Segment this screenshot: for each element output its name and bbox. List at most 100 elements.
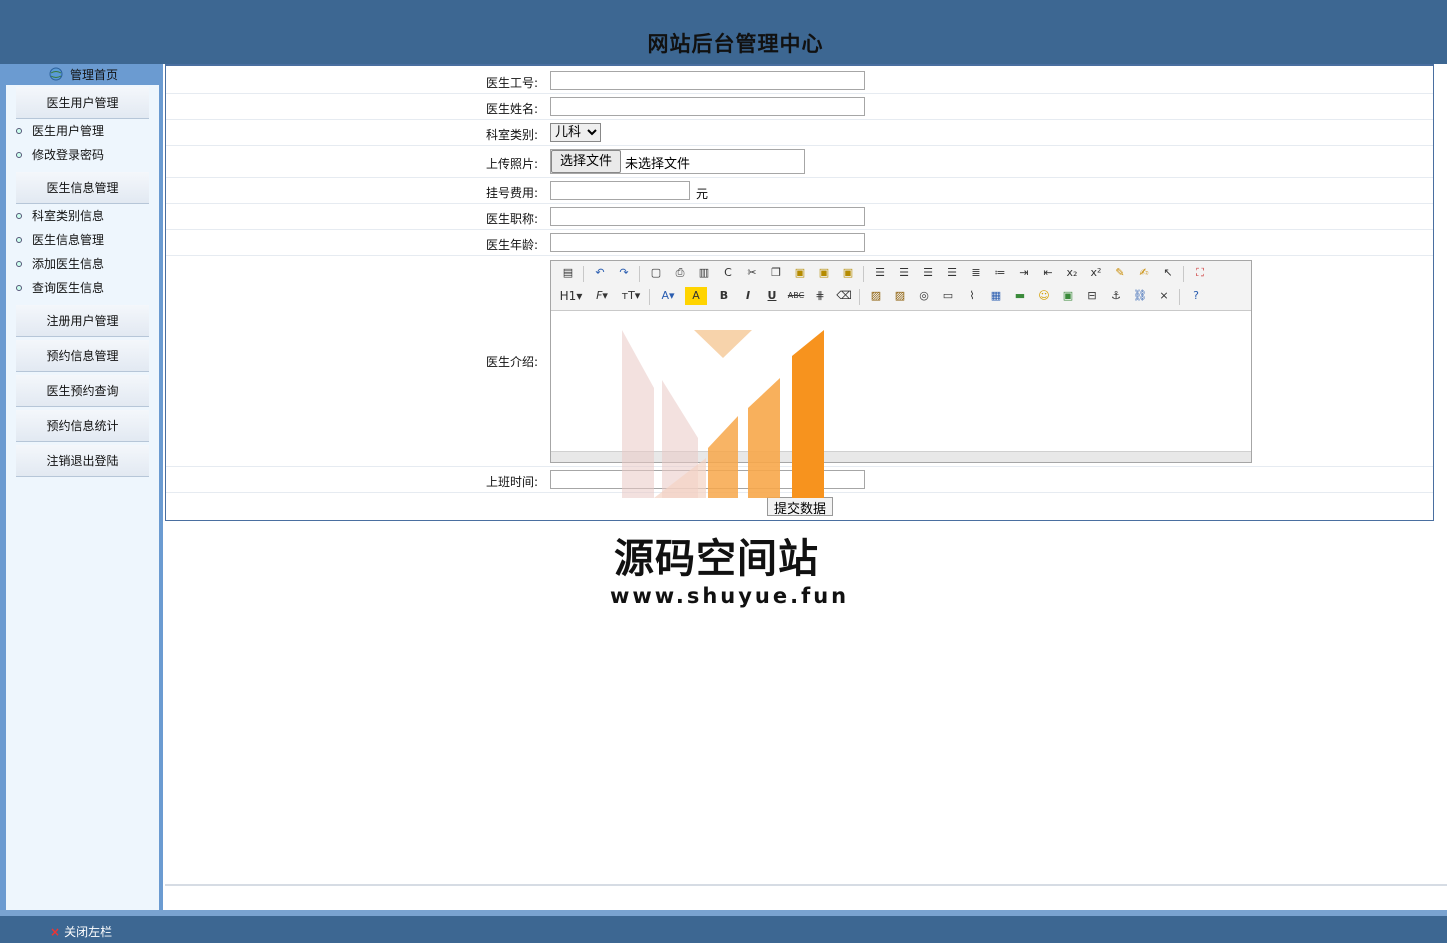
select-all-icon[interactable]: ✍ (1135, 264, 1153, 282)
heading-icon[interactable]: H1▾ (559, 287, 583, 305)
menu-item-query-doctor[interactable]: 查询医生信息 (16, 278, 104, 298)
watermark-url: www.shuyue.fun (610, 584, 850, 608)
code-icon[interactable]: C (719, 264, 737, 282)
superscript-icon[interactable]: x² (1087, 264, 1105, 282)
menu-item-change-password[interactable]: 修改登录密码 (16, 145, 104, 165)
menu-group-doctor-info[interactable]: 医生信息管理 (16, 172, 149, 204)
cursor-icon[interactable]: ↖ (1159, 264, 1177, 282)
menu-item-label: 医生信息管理 (32, 233, 105, 247)
source-icon[interactable]: ▤ (559, 264, 577, 282)
menu-item-label: 科室类别信息 (32, 209, 105, 223)
toolbar-separator (649, 289, 650, 305)
work-time-input[interactable] (550, 470, 865, 489)
menu-group-registered-users[interactable]: 注册用户管理 (16, 305, 149, 337)
fullscreen-icon[interactable]: ⛶ (1191, 264, 1209, 282)
bullet-icon (16, 261, 22, 267)
paste-word-icon[interactable]: ▣ (839, 264, 857, 282)
align-justify-icon[interactable]: ☰ (943, 264, 961, 282)
link-icon[interactable]: ⛓ (1131, 287, 1149, 305)
form-row-work-time: 上班时间: (166, 467, 1433, 493)
doctor-age-input[interactable] (550, 233, 865, 252)
editor-resize-bar[interactable] (551, 451, 1251, 462)
print-icon[interactable]: ⎙ (671, 264, 689, 282)
submit-button[interactable]: 提交数据 (767, 497, 834, 516)
menu-item-department-info[interactable]: 科室类别信息 (16, 206, 104, 226)
work-time-label: 上班时间: (485, 475, 538, 489)
toolbar-separator (1179, 289, 1180, 305)
menu-group-appointment-info[interactable]: 预约信息管理 (16, 340, 149, 372)
menu-item-add-doctor[interactable]: 添加医生信息 (16, 254, 104, 274)
doctor-title-input[interactable] (550, 207, 865, 226)
insert-image-icon[interactable]: ▨ (867, 287, 885, 305)
attachment-icon[interactable]: ⌇ (963, 287, 981, 305)
unlink-icon[interactable]: ⨯ (1155, 287, 1173, 305)
ordered-list-icon[interactable]: ≣ (967, 264, 985, 282)
align-left-icon[interactable]: ☰ (871, 264, 889, 282)
fee-label: 挂号费用: (485, 186, 538, 200)
insert-hr-icon[interactable]: ▬ (1011, 287, 1029, 305)
media-icon[interactable]: ▭ (939, 287, 957, 305)
align-center-icon[interactable]: ☰ (895, 264, 913, 282)
cut-icon[interactable]: ✂ (743, 264, 761, 282)
redo-icon[interactable]: ↷ (615, 264, 633, 282)
sidebar: 管理首页 医生用户管理 医生用户管理 修改登录密码 医生信息管理 科室类别信息 … (0, 64, 163, 910)
strikethrough-icon[interactable]: ABC (787, 287, 805, 305)
copy-icon[interactable]: ❐ (767, 264, 785, 282)
menu-item-doctor-info-manage[interactable]: 医生信息管理 (16, 230, 104, 250)
unordered-list-icon[interactable]: ≔ (991, 264, 1009, 282)
editor-toolbar: ▤ ↶ ↷ ▢ ⎙ ▥ C ✂ ❐ ▣ ▣ ▣ ☰ ☰ ☰ ☰ ≣ ≔ ⇥ ⇤ … (551, 261, 1251, 311)
flash-icon[interactable]: ◎ (915, 287, 933, 305)
font-family-icon[interactable]: F▾ (591, 287, 613, 305)
paste-icon[interactable]: ▣ (791, 264, 809, 282)
form-row-fee: 挂号费用: 元 (166, 178, 1433, 204)
menu-group-logout[interactable]: 注销退出登陆 (16, 445, 149, 477)
doctor-name-label: 医生姓名: (485, 102, 538, 116)
emoticon-icon[interactable]: ☺ (1035, 287, 1053, 305)
table-icon[interactable]: ▦ (987, 287, 1005, 305)
underline-icon[interactable]: U (763, 287, 781, 305)
preview-icon[interactable]: ▢ (647, 264, 665, 282)
template-icon[interactable]: ▥ (695, 264, 713, 282)
map-icon[interactable]: ▣ (1059, 287, 1077, 305)
highlight-color-icon[interactable]: A (685, 287, 707, 305)
sidebar-menu: 医生用户管理 医生用户管理 修改登录密码 医生信息管理 科室类别信息 医生信息管… (6, 85, 159, 910)
close-sidebar-button[interactable]: × 关闭左栏 (50, 923, 112, 940)
choose-file-button[interactable]: 选择文件 (551, 150, 622, 173)
clear-format-icon[interactable]: ✎ (1111, 264, 1129, 282)
form-row-title: 医生职称: (166, 204, 1433, 230)
font-color-icon[interactable]: A▾ (657, 287, 679, 305)
menu-group-doctor-user[interactable]: 医生用户管理 (16, 87, 149, 119)
rich-text-editor[interactable]: ▤ ↶ ↷ ▢ ⎙ ▥ C ✂ ❐ ▣ ▣ ▣ ☰ ☰ ☰ ☰ ≣ ≔ ⇥ ⇤ … (550, 260, 1252, 463)
department-select[interactable]: 儿科 (550, 123, 601, 142)
anchor-icon[interactable]: ⚓ (1107, 287, 1125, 305)
font-size-icon[interactable]: тT▾ (619, 287, 643, 305)
subscript-icon[interactable]: x₂ (1063, 264, 1081, 282)
bullet-icon (16, 213, 22, 219)
menu-group-doctor-appointment-query[interactable]: 医生预约查询 (16, 375, 149, 407)
fee-input[interactable] (550, 181, 690, 200)
pagebreak-icon[interactable]: ⊟ (1083, 287, 1101, 305)
help-icon[interactable]: ? (1187, 287, 1205, 305)
hr-icon[interactable]: ⋕ (811, 287, 829, 305)
multi-image-icon[interactable]: ▨ (891, 287, 909, 305)
eraser-icon[interactable]: ⌫ (835, 287, 853, 305)
doctor-id-input[interactable] (550, 71, 865, 90)
paste-text-icon[interactable]: ▣ (815, 264, 833, 282)
bold-icon[interactable]: B (715, 287, 733, 305)
menu-group-appointment-stats[interactable]: 预约信息统计 (16, 410, 149, 442)
doctor-title-label: 医生职称: (485, 212, 538, 226)
toolbar-separator (583, 266, 584, 282)
form-row-doctor-name: 医生姓名: (166, 94, 1433, 120)
indent-icon[interactable]: ⇥ (1015, 264, 1033, 282)
outdent-icon[interactable]: ⇤ (1039, 264, 1057, 282)
doctor-age-label: 医生年龄: (485, 238, 538, 252)
menu-item-label: 查询医生信息 (32, 281, 105, 295)
sidebar-home-link[interactable]: 管理首页 (48, 66, 118, 84)
doctor-name-input[interactable] (550, 97, 865, 116)
align-right-icon[interactable]: ☰ (919, 264, 937, 282)
photo-file-input[interactable]: 选择文件 未选择文件 (550, 149, 805, 174)
italic-icon[interactable]: I (739, 287, 757, 305)
menu-item-doctor-user-manage[interactable]: 医生用户管理 (16, 121, 104, 141)
undo-icon[interactable]: ↶ (591, 264, 609, 282)
form-row-doctor-id: 医生工号: (166, 68, 1433, 94)
